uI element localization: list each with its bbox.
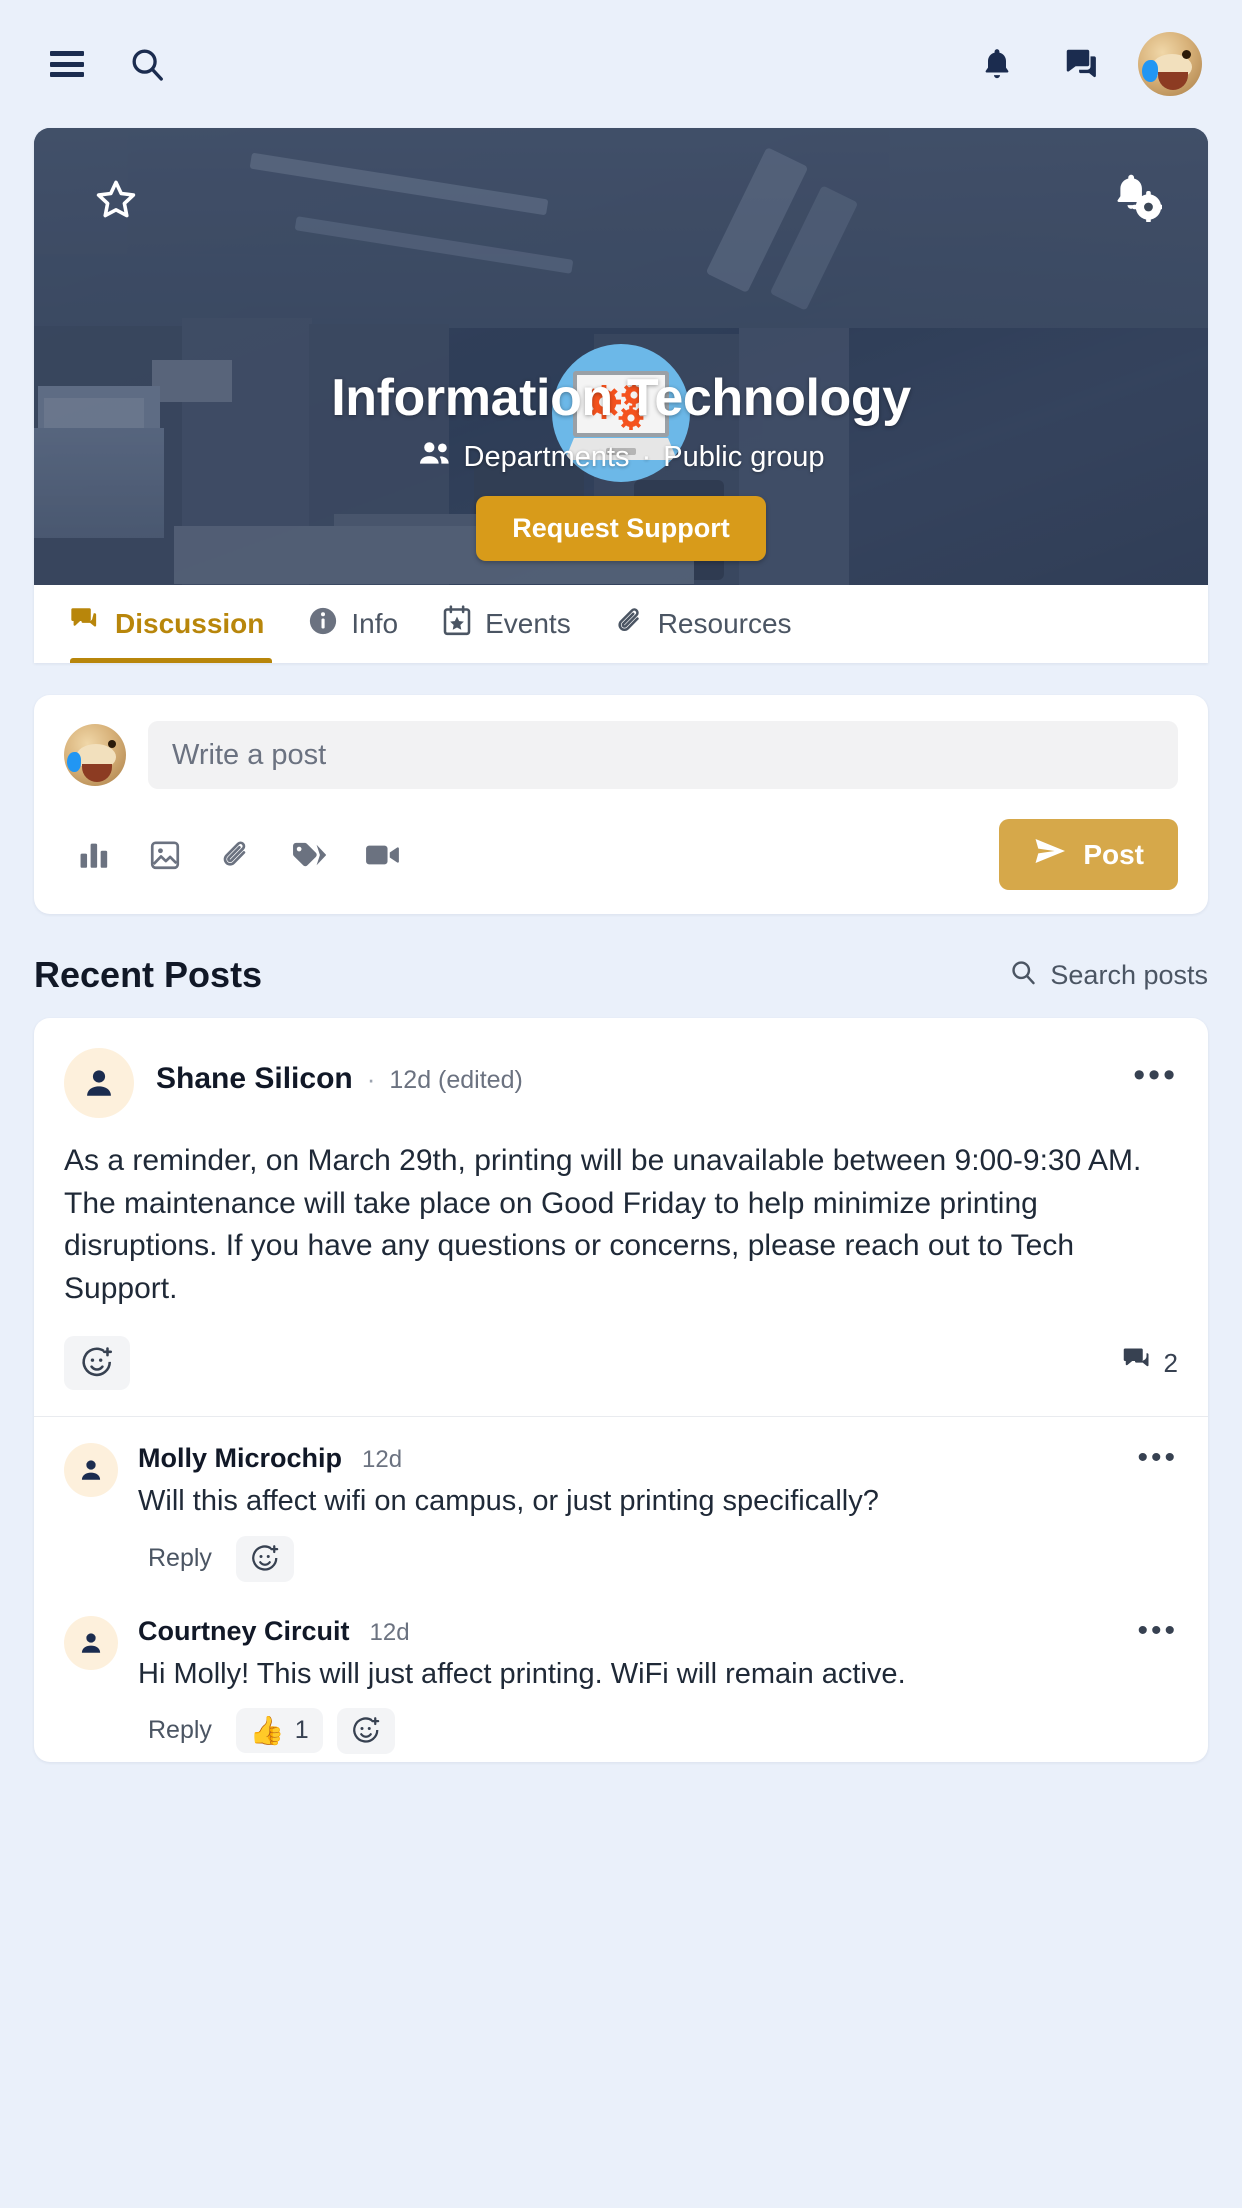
send-icon xyxy=(1033,836,1067,873)
tag-icon[interactable] xyxy=(290,839,326,871)
avatar xyxy=(64,1443,118,1498)
meta-separator: · xyxy=(641,440,652,473)
hamburger-menu-icon[interactable] xyxy=(40,37,94,91)
thumbs-up-reaction[interactable]: 👍 1 xyxy=(235,1708,323,1754)
reaction-count: 1 xyxy=(294,1716,309,1745)
add-reaction-button[interactable] xyxy=(64,1336,130,1391)
group-hero-card: Information Technology Departments · Pub… xyxy=(34,128,1208,663)
search-posts-button[interactable]: Search posts xyxy=(1009,958,1208,993)
comment-text: Will this affect wifi on campus, or just… xyxy=(138,1485,879,1518)
reply-button[interactable]: Reply xyxy=(138,1710,222,1751)
more-options-icon[interactable]: ••• xyxy=(1133,1048,1178,1092)
comment-author: Molly Microchip xyxy=(138,1443,343,1474)
recent-posts-header: Recent Posts Search posts xyxy=(34,954,1208,996)
composer-avatar xyxy=(64,724,126,786)
top-bar xyxy=(0,0,1242,128)
comment-text: Hi Molly! This will just affect printing… xyxy=(138,1657,906,1690)
info-icon xyxy=(308,606,338,643)
tab-events[interactable]: Events xyxy=(420,585,593,663)
avatar xyxy=(64,1048,134,1118)
tab-info[interactable]: Info xyxy=(286,585,420,663)
tab-label: Resources xyxy=(657,608,792,639)
request-support-button[interactable]: Request Support xyxy=(476,496,766,561)
group-visibility: Public group xyxy=(663,440,825,473)
more-options-icon[interactable]: ••• xyxy=(1137,1443,1178,1473)
discussion-icon xyxy=(70,606,102,643)
tab-label: Info xyxy=(351,608,399,639)
calendar-star-icon xyxy=(442,604,472,644)
group-category: Departments xyxy=(463,440,630,473)
group-meta: Departments · Public group xyxy=(34,440,1208,474)
video-icon[interactable] xyxy=(364,840,400,870)
tab-discussion[interactable]: Discussion xyxy=(70,585,286,663)
comment-author: Courtney Circuit xyxy=(138,1615,350,1646)
search-posts-label: Search posts xyxy=(1050,959,1208,990)
notification-settings-icon[interactable] xyxy=(1108,172,1165,227)
add-reaction-button[interactable] xyxy=(235,1535,294,1582)
bell-icon[interactable] xyxy=(970,37,1024,91)
post-button-label: Post xyxy=(1083,838,1144,870)
people-icon xyxy=(418,440,452,474)
paperclip-icon xyxy=(615,605,645,644)
tab-resources[interactable]: Resources xyxy=(593,585,814,663)
comment-count: 2 xyxy=(1163,1347,1178,1378)
post-body: As a reminder, on March 29th, printing w… xyxy=(64,1144,1142,1305)
meta-separator: · xyxy=(366,1064,376,1094)
section-title: Recent Posts xyxy=(34,954,263,995)
comment-item: Courtney Circuit 12d ••• Hi Molly! This … xyxy=(34,1590,1208,1762)
attachment-icon[interactable] xyxy=(220,838,252,872)
post-input[interactable] xyxy=(148,721,1178,789)
favorite-star-icon[interactable] xyxy=(92,176,140,229)
group-cover-image: Information Technology Departments · Pub… xyxy=(34,128,1208,585)
poll-icon[interactable] xyxy=(78,838,110,872)
tab-label: Discussion xyxy=(115,608,265,639)
thumbs-up-icon: 👍 xyxy=(249,1714,285,1746)
tab-label: Events xyxy=(485,608,571,639)
chat-icon[interactable] xyxy=(1054,37,1108,91)
comment-item: Molly Microchip 12d ••• Will this affect… xyxy=(34,1417,1208,1589)
search-icon[interactable] xyxy=(120,37,174,91)
user-avatar[interactable] xyxy=(1138,32,1202,96)
group-tabs: Discussion Info Events Resources xyxy=(34,585,1208,663)
search-icon xyxy=(1009,958,1037,993)
more-options-icon[interactable]: ••• xyxy=(1137,1615,1178,1646)
page-title: Information Technology xyxy=(331,369,911,427)
post-button[interactable]: Post xyxy=(999,819,1178,890)
comment-count-button[interactable]: 2 xyxy=(1122,1346,1178,1381)
post-composer: Post xyxy=(34,695,1208,914)
post-author: Shane Silicon xyxy=(156,1062,353,1095)
avatar xyxy=(64,1615,118,1670)
post-time: 12d (edited) xyxy=(389,1066,523,1094)
image-icon[interactable] xyxy=(148,838,182,872)
post-card: Shane Silicon · 12d (edited) ••• As a re… xyxy=(34,1018,1208,1762)
add-reaction-button[interactable] xyxy=(336,1707,395,1754)
comment-time: 12d xyxy=(369,1618,410,1646)
reply-button[interactable]: Reply xyxy=(138,1538,222,1579)
comment-icon xyxy=(1122,1346,1152,1381)
comment-time: 12d xyxy=(362,1446,403,1474)
